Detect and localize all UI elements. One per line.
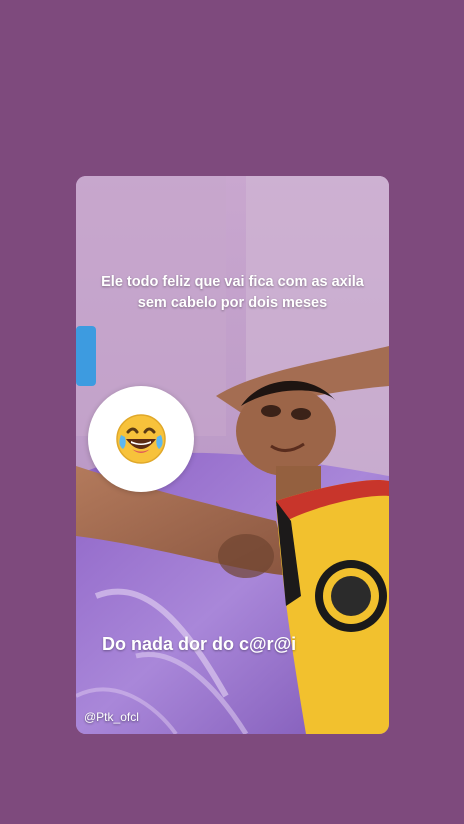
story-caption-top: Ele todo feliz que vai fica com as axila… bbox=[101, 274, 364, 311]
story-caption-bottom: Do nada dor do c@r@i bbox=[102, 634, 297, 654]
laughing-tears-emoji-icon bbox=[116, 414, 166, 464]
watermark-username: @Ptk_ofcl bbox=[84, 710, 139, 724]
story-card[interactable]: Ele todo feliz que vai fica com as axila… bbox=[76, 176, 389, 734]
emoji-sticker[interactable] bbox=[88, 386, 194, 492]
